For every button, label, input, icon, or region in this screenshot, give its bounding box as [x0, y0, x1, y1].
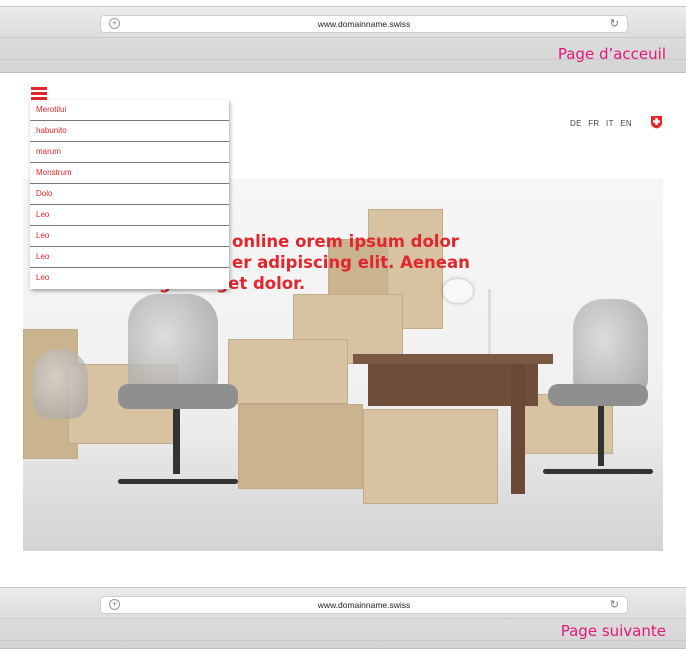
chair-seat [118, 384, 238, 409]
chair-base [118, 479, 238, 484]
address-bar[interactable]: + www.domainname.swiss ↻ [100, 15, 628, 33]
menu-item[interactable]: Leo [30, 268, 229, 289]
address-bar[interactable]: + www.domainname.swiss ↻ [100, 596, 628, 614]
hamburger-icon[interactable] [31, 87, 47, 100]
browser-chrome-bottom: + www.domainname.swiss ↻ Page suivante [0, 587, 686, 649]
chair-stem [173, 409, 180, 474]
chair-base [543, 469, 653, 474]
desk-leg [511, 364, 525, 494]
menu-item[interactable]: Merotilui [30, 100, 229, 121]
plus-icon[interactable]: + [109, 18, 120, 29]
chrome-divider [0, 640, 686, 641]
reload-icon[interactable]: ↻ [610, 598, 619, 611]
menu-item[interactable]: Monstrum [30, 163, 229, 184]
chair-stem [598, 406, 604, 466]
menu-item[interactable]: Dolo [30, 184, 229, 205]
browser-chrome-top: + www.domainname.swiss ↻ Page d’acceuil [0, 6, 686, 73]
lang-en[interactable]: EN [620, 119, 632, 128]
page-label: Page d’acceuil [557, 45, 666, 63]
menu-item[interactable]: marum [30, 142, 229, 163]
chrome-divider [0, 618, 686, 619]
lang-it[interactable]: IT [606, 119, 614, 128]
menu-item[interactable]: habunito [30, 121, 229, 142]
lang-de[interactable]: DE [570, 119, 582, 128]
menu-item[interactable]: Leo [30, 205, 229, 226]
swiss-cross-icon [651, 116, 662, 129]
menu-item[interactable]: Leo [30, 226, 229, 247]
nav-menu: Merotilui habunito marum Monstrum Dolo L… [30, 100, 229, 289]
plus-icon[interactable]: + [109, 599, 120, 610]
url-text: www.domainname.swiss [317, 600, 411, 610]
reload-icon[interactable]: ↻ [610, 17, 619, 30]
menu-item[interactable]: Leo [30, 247, 229, 268]
cardboard-box [238, 404, 363, 489]
lang-fr[interactable]: FR [588, 119, 599, 128]
url-text: www.domainname.swiss [317, 19, 411, 29]
chrome-divider [0, 37, 686, 38]
page-label: Page suivante [560, 622, 666, 640]
lamp-arm [488, 289, 491, 354]
language-switcher: DE FR IT EN [570, 119, 636, 128]
plastic-chair [33, 349, 88, 419]
desk [353, 354, 553, 364]
cardboard-box [363, 409, 498, 504]
cardboard-box [228, 339, 348, 404]
chair-seat [548, 384, 648, 406]
